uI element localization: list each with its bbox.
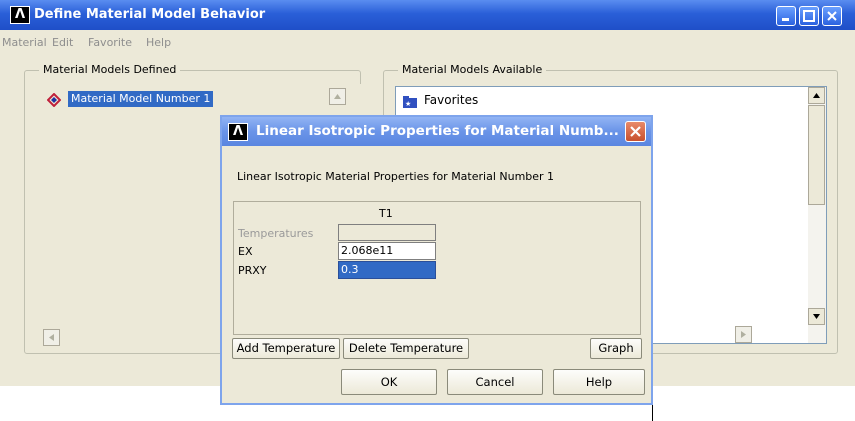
vertical-scrollbar[interactable] bbox=[735, 87, 826, 343]
cancel-button[interactable]: Cancel bbox=[447, 369, 543, 395]
material-model-item[interactable]: Material Model Number 1 bbox=[68, 91, 214, 107]
ok-button[interactable]: OK bbox=[341, 369, 437, 395]
menu-material[interactable]: Material bbox=[2, 36, 47, 49]
scroll-right-arrow-icon[interactable] bbox=[735, 326, 752, 343]
linear-isotropic-dialog: Λ Linear Isotropic Properties for Materi… bbox=[220, 115, 653, 405]
minimize-icon[interactable] bbox=[776, 6, 796, 26]
main-title-bar[interactable]: Λ Define Material Model Behavior bbox=[0, 0, 855, 30]
maximize-icon[interactable] bbox=[799, 6, 819, 26]
close-icon[interactable] bbox=[822, 6, 842, 26]
window-title: Define Material Model Behavior bbox=[34, 7, 266, 22]
dialog-title-bar[interactable]: Λ Linear Isotropic Properties for Materi… bbox=[222, 117, 651, 146]
defined-models-label: Material Models Defined bbox=[39, 63, 181, 76]
row-label-temperatures: Temperatures bbox=[238, 227, 314, 240]
delete-temperature-button[interactable]: Delete Temperature bbox=[343, 338, 469, 359]
scroll-up-arrow-icon[interactable] bbox=[329, 88, 346, 105]
scroll-up-arrow-icon[interactable] bbox=[808, 87, 825, 104]
dialog-heading: Linear Isotropic Material Properties for… bbox=[237, 170, 555, 183]
properties-table: T1 Temperatures EX 2.068e11 PRXY 0.3 bbox=[233, 201, 641, 335]
menu-bar: Material Edit Favorite Help bbox=[0, 30, 855, 54]
menu-edit[interactable]: Edit bbox=[52, 36, 73, 49]
temperatures-field bbox=[338, 224, 436, 241]
scroll-left-arrow-icon[interactable] bbox=[43, 329, 60, 346]
ansys-logo-icon: Λ bbox=[228, 123, 248, 141]
scroll-thumb[interactable] bbox=[808, 105, 825, 205]
dialog-title: Linear Isotropic Properties for Material… bbox=[256, 123, 619, 139]
scroll-down-arrow-icon[interactable] bbox=[808, 308, 825, 325]
material-model-icon bbox=[46, 92, 62, 108]
prxy-input[interactable]: 0.3 bbox=[338, 261, 436, 279]
available-models-label: Material Models Available bbox=[398, 63, 547, 76]
svg-text:★: ★ bbox=[405, 100, 411, 108]
graph-button[interactable]: Graph bbox=[590, 338, 642, 359]
column-header-t1: T1 bbox=[379, 207, 393, 220]
ex-input[interactable]: 2.068e11 bbox=[338, 242, 436, 260]
row-label-prxy: PRXY bbox=[238, 264, 267, 277]
menu-help[interactable]: Help bbox=[146, 36, 171, 49]
help-button[interactable]: Help bbox=[553, 369, 645, 395]
menu-favorite[interactable]: Favorite bbox=[88, 36, 132, 49]
ansys-logo-icon: Λ bbox=[10, 6, 30, 24]
favorites-item[interactable]: Favorites bbox=[424, 93, 478, 107]
favorites-folder-icon: ★ bbox=[402, 95, 418, 109]
dialog-close-icon[interactable] bbox=[625, 121, 646, 142]
add-temperature-button[interactable]: Add Temperature bbox=[232, 338, 340, 359]
row-label-ex: EX bbox=[238, 245, 253, 258]
